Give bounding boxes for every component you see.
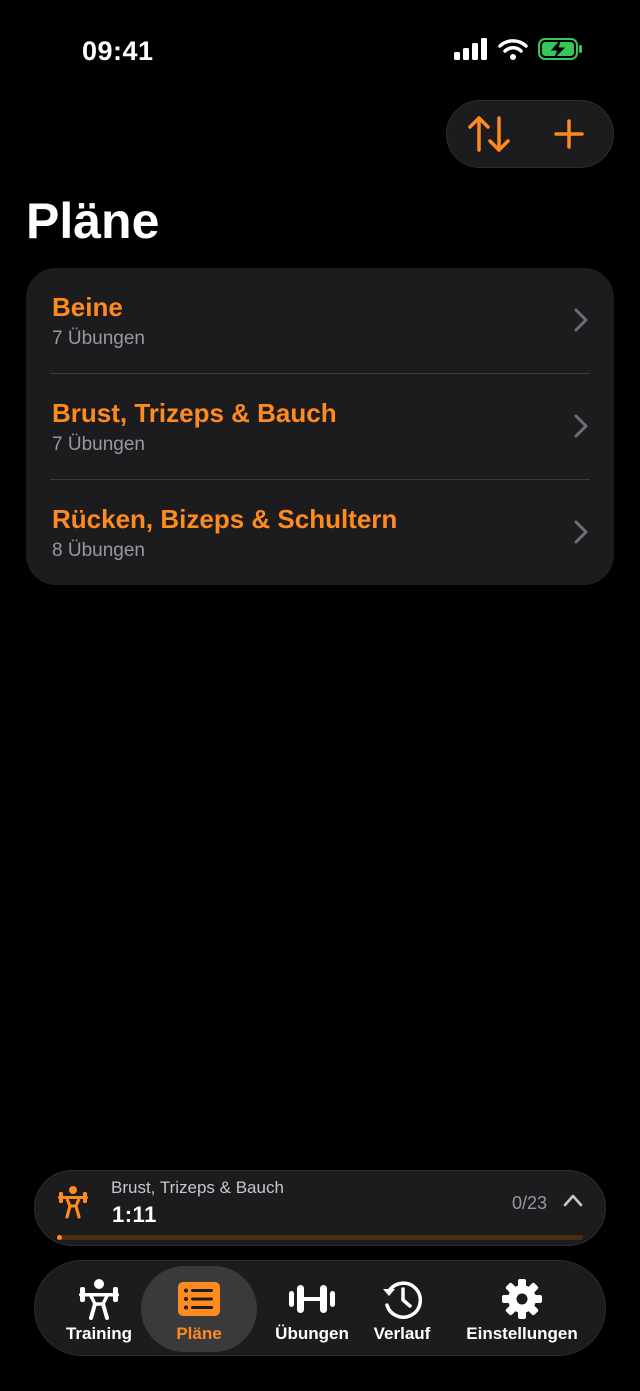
sort-icon (468, 116, 510, 152)
list-icon (178, 1282, 220, 1316)
tab-label: Pläne (176, 1324, 222, 1343)
toolbar (446, 100, 614, 168)
plan-item-ruecken-bizeps-schultern[interactable]: Rücken, Bizeps & Schultern 8 Übungen (26, 480, 614, 585)
plan-exercise-count: 7 Übungen (52, 328, 145, 349)
status-time: 09:41 (82, 36, 154, 66)
tab-label: Übungen (275, 1324, 349, 1343)
elapsed-time: 1:11 (112, 1202, 157, 1227)
plan-name: Brust, Trizeps & Bauch (52, 398, 337, 428)
chevron-right-icon (574, 414, 588, 438)
plan-list: Beine 7 Übungen Brust, Trizeps & Bauch 7… (26, 268, 614, 585)
tab-label: Training (65, 1324, 133, 1343)
battery-charging-icon (538, 38, 582, 60)
chevron-right-icon (574, 520, 588, 544)
tab-training[interactable]: Training (41, 1266, 157, 1352)
plan-name: Beine (52, 292, 123, 322)
tab-label: Einstellungen (466, 1324, 578, 1343)
dumbbell-icon (289, 1285, 335, 1313)
tab-verlauf[interactable]: Verlauf (363, 1266, 441, 1352)
weightlifter-icon (79, 1279, 119, 1320)
active-workout-name: Brust, Trizeps & Bauch (111, 1178, 284, 1197)
tab-plaene[interactable]: Pläne (141, 1266, 257, 1352)
page-title: Pläne (26, 193, 160, 249)
plan-item-beine[interactable]: Beine 7 Übungen (26, 268, 614, 374)
plan-exercise-count: 7 Übungen (52, 434, 145, 455)
tab-label: Verlauf (373, 1324, 431, 1343)
history-icon (383, 1281, 423, 1319)
add-plan-button[interactable] (545, 110, 593, 158)
tab-uebungen[interactable]: Übungen (257, 1266, 367, 1352)
active-workout-bar[interactable]: Brust, Trizeps & Bauch 1:11 0/23 (34, 1170, 606, 1246)
weightlifter-icon (58, 1186, 88, 1219)
add-icon (554, 119, 584, 149)
plan-name: Rücken, Bizeps & Schultern (52, 504, 398, 534)
chevron-right-icon (574, 308, 588, 332)
plans-screen: 09:41 Pläne Beine 7 Übungen Brust, Trize… (0, 0, 640, 1391)
tab-bar: Training Pläne Übungen Verlauf Einstellu… (34, 1260, 606, 1356)
chevron-up-icon[interactable] (563, 1193, 583, 1207)
tab-einstellungen[interactable]: Einstellungen (457, 1266, 587, 1352)
workout-progress-fill (57, 1235, 62, 1240)
plan-item-brust-trizeps-bauch[interactable]: Brust, Trizeps & Bauch 7 Übungen (26, 374, 614, 480)
sort-button[interactable] (465, 110, 513, 158)
wifi-icon (498, 39, 528, 60)
plan-exercise-count: 8 Übungen (52, 540, 145, 561)
status-icons (454, 38, 584, 60)
gear-icon (502, 1279, 542, 1319)
signal-icon (454, 38, 487, 60)
workout-progress-bar (57, 1235, 583, 1240)
set-progress: 0/23 (511, 1193, 547, 1213)
